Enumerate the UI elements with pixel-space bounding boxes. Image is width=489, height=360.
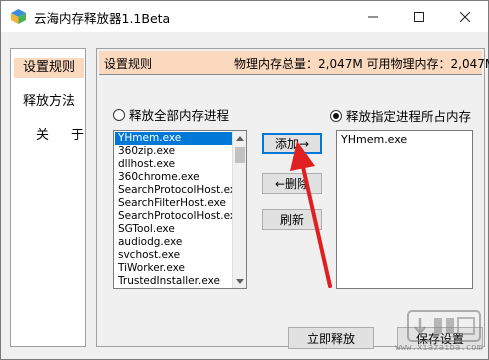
- process-list-item[interactable]: SearchProtocolHost.exe: [115, 210, 242, 223]
- sidebar-item-about[interactable]: 关于: [14, 126, 84, 146]
- process-list-item[interactable]: 360chrome.exe: [115, 171, 232, 184]
- title-bar[interactable]: 云海内存释放器1.1Beta: [1, 1, 488, 32]
- watermark: www.xiazaiba.com: [395, 309, 482, 353]
- app-cube-icon: [11, 9, 26, 24]
- process-list-item[interactable]: 360zip.exe: [115, 145, 232, 158]
- close-icon: [460, 11, 470, 22]
- process-list-item[interactable]: svchost.exe: [115, 249, 232, 262]
- sidebar: 设置规则 释放方法 关于: [10, 48, 86, 347]
- process-list-item[interactable]: dllhost.exe: [115, 158, 232, 171]
- target-list-item[interactable]: YHmem.exe: [341, 133, 407, 146]
- refresh-button[interactable]: 刷新: [262, 209, 322, 230]
- process-list-item[interactable]: SGTool.exe: [115, 223, 232, 236]
- panel-title: 设置规则: [104, 57, 153, 71]
- radio-unchecked-icon: [113, 108, 125, 121]
- process-list-item[interactable]: YHmem.exe: [115, 132, 232, 145]
- memory-status: 物理内存总量：2,047M 可用物理内存：2,047M: [234, 57, 489, 71]
- process-list-item[interactable]: SearchFilterHost.exe: [115, 197, 232, 210]
- minimize-icon: [368, 16, 378, 17]
- process-list[interactable]: YHmem.exe 360zip.exe dllhost.exe 360chro…: [113, 130, 247, 289]
- window-title: 云海内存释放器1.1Beta: [34, 11, 171, 26]
- target-process-list[interactable]: YHmem.exe: [336, 130, 473, 289]
- process-list-item[interactable]: TiWorker.exe: [115, 262, 232, 275]
- close-button[interactable]: [442, 1, 488, 32]
- app-window: 云海内存释放器1.1Beta 设置规则 释放方法 关于 设置规则 物理内存总量：…: [0, 0, 489, 360]
- arrow-down-icon: [236, 278, 244, 284]
- scroll-down-button[interactable]: [233, 274, 246, 288]
- scroll-thumb[interactable]: [235, 147, 245, 163]
- release-now-button[interactable]: 立即释放: [288, 327, 374, 349]
- release-all-radio[interactable]: 释放全部内存进程: [113, 105, 229, 124]
- arrow-up-icon: [236, 135, 244, 141]
- release-selected-label: 释放指定进程所占内存: [346, 109, 472, 124]
- add-button[interactable]: 添加→: [262, 133, 322, 154]
- process-list-item[interactable]: SearchProtocolHost.exe: [115, 184, 242, 197]
- radio-checked-icon: [330, 109, 342, 122]
- maximize-icon: [414, 11, 424, 22]
- process-list-scrollbar[interactable]: [232, 131, 246, 288]
- settings-panel: 设置规则 物理内存总量：2,047M 可用物理内存：2,047M 释放全部内存进…: [96, 48, 489, 349]
- release-selected-radio[interactable]: 释放指定进程所占内存: [330, 106, 471, 125]
- watermark-url: www.xiazaiba.com: [395, 343, 482, 353]
- process-list-item[interactable]: TrustedInstaller.exe: [115, 275, 232, 288]
- scroll-up-button[interactable]: [233, 131, 246, 145]
- panel-header: 设置规则 物理内存总量：2,047M 可用物理内存：2,047M: [99, 51, 489, 75]
- process-list-item[interactable]: audiodg.exe: [115, 236, 232, 249]
- sidebar-item-rules[interactable]: 设置规则: [14, 58, 84, 78]
- release-all-label: 释放全部内存进程: [129, 108, 230, 123]
- minimize-button[interactable]: [350, 1, 396, 32]
- maximize-button[interactable]: [396, 1, 442, 32]
- remove-button[interactable]: ←删除: [262, 173, 322, 194]
- download-site-logo-icon: [407, 310, 481, 342]
- sidebar-item-methods[interactable]: 释放方法: [14, 92, 84, 112]
